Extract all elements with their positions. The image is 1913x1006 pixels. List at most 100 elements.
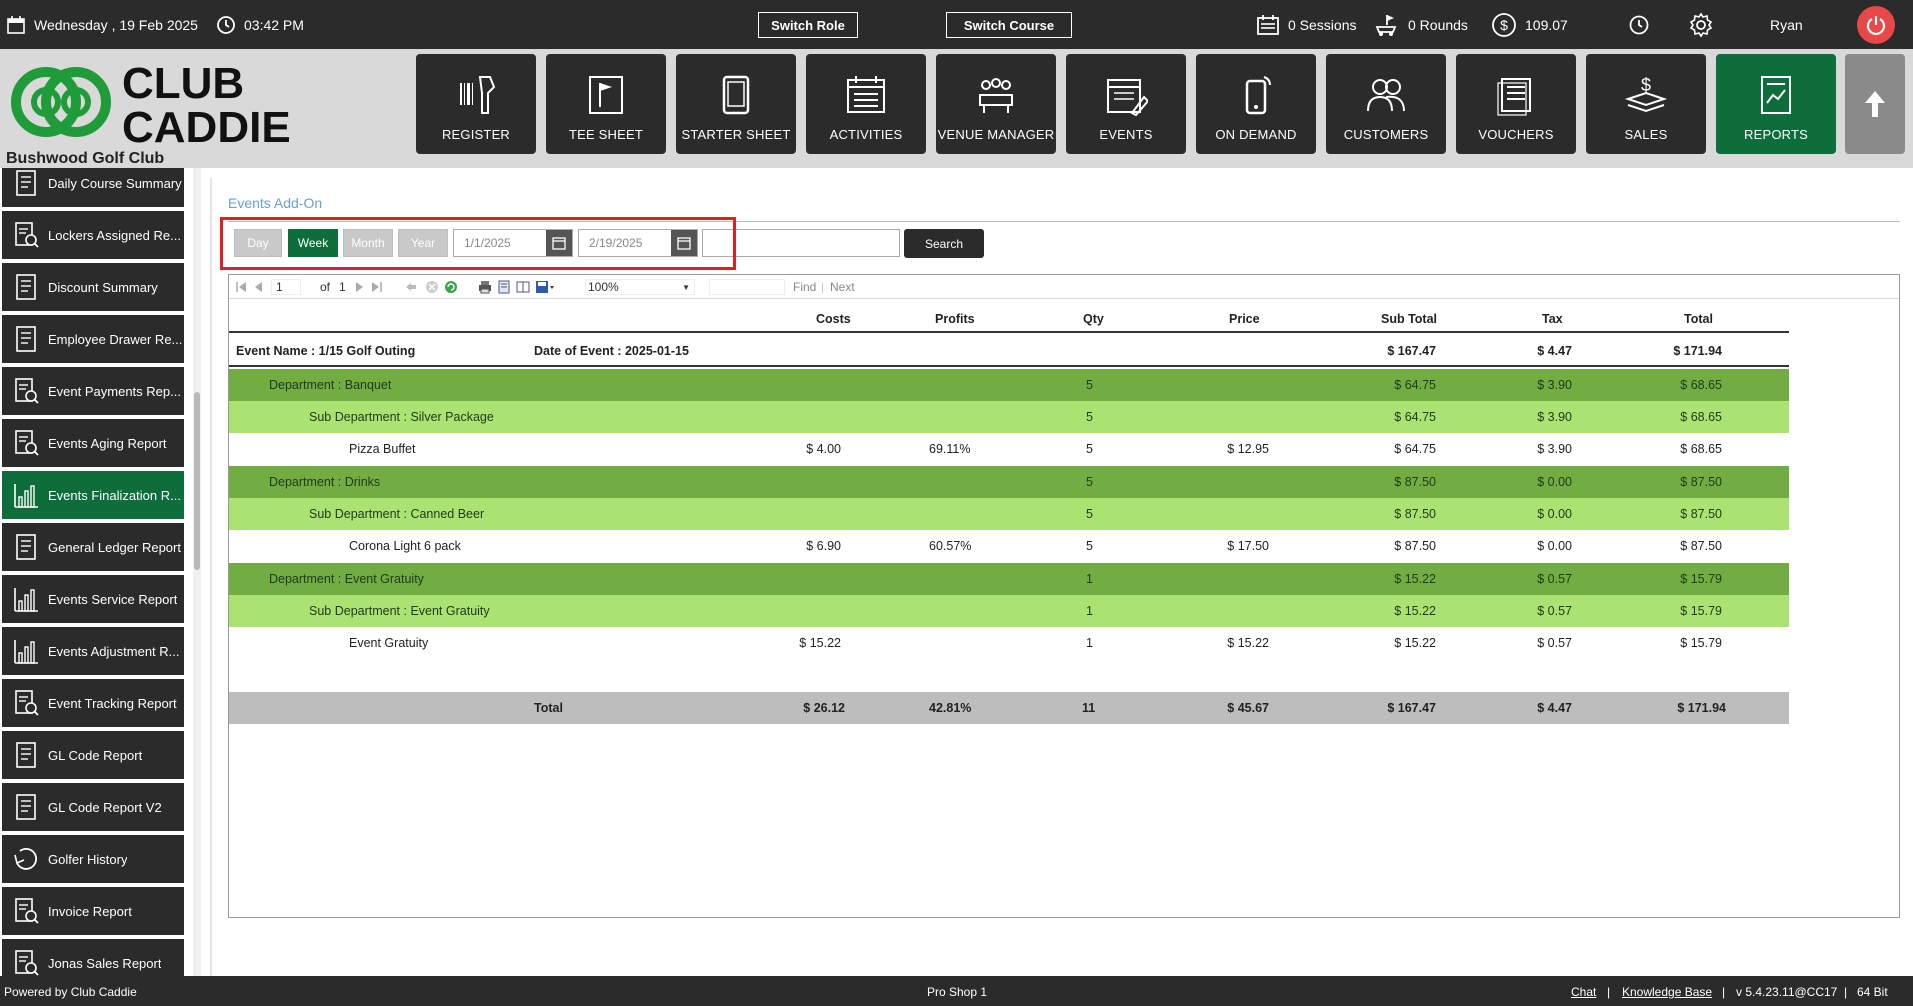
sidebar-item-gl-code-report-v2[interactable]: GL Code Report V2 (2, 783, 184, 831)
row-costs: $ 4.00 (806, 442, 841, 456)
nav-label: VENUE MANAGER (937, 127, 1055, 142)
event-summary-row: Event Name : 1/15 Golf Outing Date of Eve… (229, 335, 1789, 367)
next-page-button[interactable] (353, 279, 365, 295)
page-setup-button[interactable] (516, 279, 530, 295)
sidebar-item-label: Event Tracking Report (48, 695, 177, 711)
sidebar-item-general-ledger-report[interactable]: General Ledger Report (2, 523, 184, 571)
export-button[interactable] (535, 279, 555, 295)
nav-sales-button[interactable]: $ SALES (1586, 54, 1706, 154)
report-doc-icon (16, 274, 36, 300)
nav-reports-button[interactable]: REPORTS (1716, 54, 1836, 154)
row-label: Department : Banquet (269, 378, 392, 392)
page-layout-icon (498, 280, 510, 294)
nav-events-button[interactable]: EVENTS (1066, 54, 1186, 154)
stop-icon (426, 281, 438, 293)
prev-page-button[interactable] (253, 279, 265, 295)
nav-activities-button[interactable]: ACTIVITIES (806, 54, 926, 154)
report-chart-icon (1761, 76, 1791, 114)
nav-register-button[interactable]: REGISTER (416, 54, 536, 154)
sidebar-item-events-aging-report[interactable]: Events Aging Report (2, 419, 184, 467)
rounds-counter[interactable]: 0 Rounds (1374, 0, 1468, 49)
last-page-icon (372, 282, 382, 292)
switch-role-button[interactable]: Switch Role (758, 12, 858, 38)
nav-on-demand-button[interactable]: ON DEMAND (1196, 54, 1316, 154)
refresh-button[interactable] (444, 279, 458, 295)
nav-starter-sheet-button[interactable]: STARTER SHEET (676, 54, 796, 154)
zoom-select[interactable]: 100% ▼ (585, 279, 695, 295)
next-link[interactable]: Next (830, 279, 855, 295)
power-button[interactable] (1857, 6, 1895, 44)
knowledge-base-link[interactable]: Knowledge Base (1622, 985, 1712, 999)
row-tax: $ 3.90 (1537, 442, 1572, 456)
back-button[interactable] (405, 279, 417, 295)
nav-vouchers-button[interactable]: VOUCHERS (1456, 54, 1576, 154)
scroll-up-button[interactable] (1845, 54, 1905, 154)
sidebar-item-gl-code-report[interactable]: GL Code Report (2, 731, 184, 779)
nav-tee-sheet-button[interactable]: TEE SHEET (546, 54, 666, 154)
find-link[interactable]: Find (793, 279, 816, 295)
sidebar-item-event-tracking-report[interactable]: Event Tracking Report (2, 679, 184, 727)
powered-by: Powered by Club Caddie (4, 985, 137, 999)
header-tax: Tax (1542, 312, 1563, 326)
report-search-icon (15, 950, 39, 976)
event-total: $ 171.94 (1673, 344, 1722, 358)
switch-course-button[interactable]: Switch Course (946, 12, 1072, 38)
print-button[interactable] (478, 279, 492, 295)
history-icon (14, 848, 37, 870)
settings-button[interactable] (1688, 0, 1714, 49)
totals-price: $ 45.67 (1227, 701, 1269, 715)
sidebar-item-employee-drawer-re[interactable]: Employee Drawer Re... (2, 315, 184, 363)
sidebar-item-label: General Ledger Report (48, 539, 181, 555)
find-input[interactable] (709, 279, 785, 295)
sidebar-item-lockers-assigned-re[interactable]: Lockers Assigned Re... (2, 211, 184, 259)
sidebar-scrollbar[interactable] (194, 392, 200, 570)
refresh-icon (445, 281, 457, 293)
footer-separator: | (1844, 985, 1848, 999)
golf-cart-icon (1375, 14, 1397, 36)
sessions-calendar-icon (1257, 14, 1279, 35)
balance-display[interactable]: $ 109.07 (1491, 0, 1568, 49)
row-label: Department : Event Gratuity (269, 572, 424, 586)
logo-line2: CADDIE (122, 103, 291, 152)
bits-label: 64 Bit (1857, 985, 1888, 999)
clock-icon (217, 15, 235, 34)
print-layout-button[interactable] (497, 279, 511, 295)
sidebar-item-label: Golfer History (48, 851, 128, 867)
find-separator: | (821, 280, 825, 294)
sessions-counter[interactable]: 0 Sessions (1256, 0, 1356, 49)
sidebar-item-event-payments-rep[interactable]: Event Payments Rep... (2, 367, 184, 415)
nav-venue-manager-button[interactable]: VENUE MANAGER (936, 54, 1056, 154)
nav-customers-button[interactable]: CUSTOMERS (1326, 54, 1446, 154)
club-caddie-logo: CLUB CADDIE (6, 59, 306, 162)
chat-link[interactable]: Chat (1571, 985, 1596, 999)
chevron-down-icon: ▼ (682, 282, 690, 292)
sidebar-item-discount-summary[interactable]: Discount Summary (2, 263, 184, 311)
first-page-button[interactable] (235, 279, 247, 295)
sidebar-scroll-track[interactable] (193, 168, 201, 976)
sidebar-item-daily-course-summary[interactable]: Daily Course Summary (2, 168, 184, 207)
current-time: 03:42 PM (244, 16, 304, 33)
sidebar-item-jonas-sales-report[interactable]: Jonas Sales Report (2, 939, 184, 976)
sidebar-item-golfer-history[interactable]: Golfer History (2, 835, 184, 883)
sidebar-item-events-finalization-r[interactable]: Events Finalization R... (2, 471, 184, 519)
user-name[interactable]: Ryan (1770, 0, 1803, 49)
history-clock-button[interactable] (1628, 0, 1650, 49)
header-price: Price (1229, 312, 1260, 326)
meeting-table-icon (979, 78, 1013, 113)
totals-subtotal: $ 167.47 (1387, 701, 1436, 715)
stop-button[interactable] (425, 279, 439, 295)
row-subtotal: $ 87.50 (1394, 539, 1436, 553)
page-number-input[interactable]: 1 (271, 279, 301, 295)
sidebar-item-invoice-report[interactable]: Invoice Report (2, 887, 184, 935)
search-button[interactable]: Search (904, 229, 984, 258)
sidebar-item-label: Jonas Sales Report (48, 955, 162, 971)
sidebar-item-events-service-report[interactable]: Events Service Report (2, 575, 184, 623)
sidebar-item-events-adjustment-r[interactable]: Events Adjustment R... (2, 627, 184, 675)
zoom-value: 100% (588, 280, 619, 294)
row-qty: 1 (1086, 604, 1093, 618)
prev-page-icon (255, 282, 262, 292)
row-profits: 69.11% (929, 442, 971, 456)
last-page-button[interactable] (371, 279, 383, 295)
sidebar-item-label: Events Aging Report (48, 435, 167, 451)
row-label: Corona Light 6 pack (349, 539, 461, 553)
